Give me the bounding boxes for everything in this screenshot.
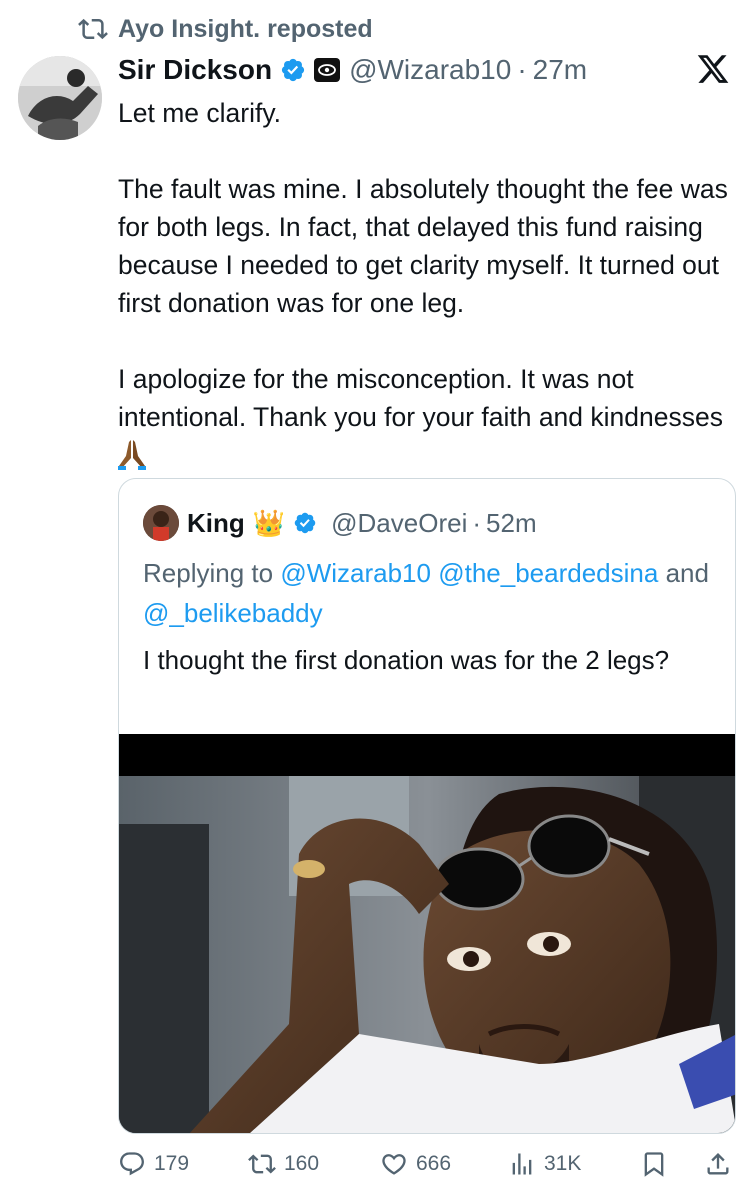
views-icon [512, 1153, 532, 1175]
quoted-author-name[interactable]: King [187, 508, 245, 539]
like-count: 666 [416, 1152, 452, 1175]
share-icon [707, 1153, 729, 1175]
verified-badge-icon [281, 58, 305, 82]
replying-and: and [665, 558, 709, 588]
repost-action-icon [248, 1154, 276, 1174]
share-button[interactable] [704, 1150, 732, 1178]
quoted-verified-badge-icon [294, 512, 316, 534]
reply-icon [120, 1152, 144, 1176]
author-avatar[interactable] [18, 56, 102, 140]
views-count: 31K [544, 1152, 582, 1175]
x-logo-icon [697, 55, 729, 83]
folded-hands-icon [118, 438, 146, 480]
views-button[interactable]: 31K [508, 1150, 581, 1178]
crown-icon: 👑 [252, 507, 286, 538]
tweet-actions: 179 160 666 31K [0, 1142, 752, 1192]
reply-count: 179 [154, 1152, 190, 1175]
author-handle[interactable]: @Wizarab10 [349, 54, 511, 86]
tweet-text: Let me clarify. The fault was mine. I ab… [118, 94, 738, 480]
mention-link-3[interactable]: @_belikebaddy [143, 598, 323, 628]
author-name[interactable]: Sir Dickson [118, 54, 272, 86]
tweet-paragraph-3-text: I apologize for the misconception. It wa… [118, 364, 723, 432]
mention-link-2[interactable]: @the_beardedsina [438, 558, 658, 588]
repost-icon [78, 18, 108, 40]
quoted-tweet-time[interactable]: 52m [486, 508, 537, 539]
reply-button[interactable]: 179 [118, 1150, 189, 1178]
mention-link-1[interactable]: @Wizarab10 [280, 558, 431, 588]
quoted-tweet-image[interactable] [119, 734, 735, 1133]
repost-count: 160 [284, 1152, 320, 1175]
quoted-separator-dot: · [472, 507, 482, 538]
like-button[interactable]: 666 [380, 1150, 451, 1178]
replying-to: Replying to @Wizarab10 @the_beardedsina … [143, 553, 723, 633]
repost-label[interactable]: Ayo Insight. reposted [118, 15, 373, 44]
tweet-header: Sir Dickson @Wizarab10 · 27m [118, 50, 587, 90]
affiliation-badge-icon[interactable] [313, 57, 341, 83]
repost-button[interactable]: 160 [248, 1150, 319, 1178]
repost-indicator: Ayo Insight. reposted [78, 14, 373, 44]
bookmark-button[interactable] [640, 1150, 668, 1178]
separator-dot: · [517, 54, 527, 85]
quoted-tweet-text: I thought the first donation was for the… [143, 645, 670, 675]
tweet-time[interactable]: 27m [533, 54, 587, 86]
replying-prefix: Replying to [143, 558, 274, 588]
heart-icon [382, 1154, 406, 1175]
tweet-paragraph-1: Let me clarify. [118, 98, 281, 128]
quoted-tweet[interactable]: King 👑 @DaveOrei · 52m Replying to @Wiza… [118, 478, 736, 1134]
quoted-author-handle[interactable]: @DaveOrei [331, 508, 467, 539]
tweet-paragraph-2: The fault was mine. I absolutely thought… [118, 174, 728, 318]
quoted-author-avatar[interactable] [143, 505, 179, 541]
quoted-tweet-header: King 👑 @DaveOrei · 52m [143, 505, 537, 541]
tweet-paragraph-3: I apologize for the misconception. It wa… [118, 360, 738, 480]
bookmark-icon [644, 1152, 664, 1177]
